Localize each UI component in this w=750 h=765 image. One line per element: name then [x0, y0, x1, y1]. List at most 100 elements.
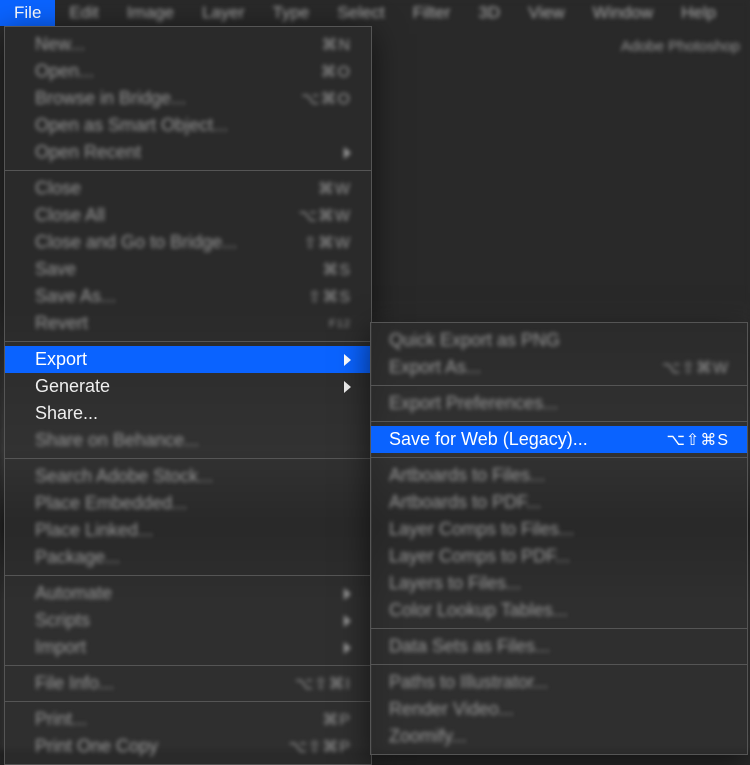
menu-open-smart[interactable]: Open as Smart Object...: [5, 112, 371, 139]
menubar-select[interactable]: Select: [323, 0, 398, 26]
menu-label: Artboards to PDF...: [389, 492, 541, 513]
menu-separator: [5, 701, 371, 702]
menu-package[interactable]: Package...: [5, 544, 371, 571]
menu-label: Share on Behance...: [35, 430, 199, 451]
menu-print[interactable]: Print... ⌘P: [5, 706, 371, 733]
submenu-layers-files[interactable]: Layers to Files...: [371, 570, 747, 597]
menu-scripts[interactable]: Scripts: [5, 607, 371, 634]
menu-share[interactable]: Share...: [5, 400, 371, 427]
menu-label: Package...: [35, 547, 120, 568]
submenu-artboards-pdf[interactable]: Artboards to PDF...: [371, 489, 747, 516]
menu-label: Share...: [35, 403, 98, 424]
menu-shortcut: ⌥⇧⌘I: [295, 674, 351, 694]
menu-label: Export: [35, 349, 87, 370]
menu-label: Close: [35, 178, 81, 199]
submenu-color-lookup[interactable]: Color Lookup Tables...: [371, 597, 747, 624]
menu-label: Save: [35, 259, 76, 280]
submenu-export-prefs[interactable]: Export Preferences...: [371, 390, 747, 417]
menubar-help[interactable]: Help: [667, 0, 730, 26]
menu-close[interactable]: Close ⌘W: [5, 175, 371, 202]
submenu-save-for-web[interactable]: Save for Web (Legacy)... ⌥⇧⌘S: [371, 426, 747, 453]
menu-open[interactable]: Open... ⌘O: [5, 58, 371, 85]
menu-separator: [5, 575, 371, 576]
menubar-window[interactable]: Window: [579, 0, 667, 26]
menu-label: Export As...: [389, 357, 481, 378]
menu-label: Layers to Files...: [389, 573, 521, 594]
menu-label: Data Sets as Files...: [389, 636, 550, 657]
menu-shortcut: ⌥⌘W: [298, 206, 351, 226]
menu-automate[interactable]: Automate: [5, 580, 371, 607]
menu-label: Paths to Illustrator...: [389, 672, 548, 693]
menu-search-stock[interactable]: Search Adobe Stock...: [5, 463, 371, 490]
submenu-render-video[interactable]: Render Video...: [371, 696, 747, 723]
submenu-quick-export[interactable]: Quick Export as PNG: [371, 327, 747, 354]
menu-shortcut: ⌥⌘O: [301, 89, 351, 109]
menu-save[interactable]: Save ⌘S: [5, 256, 371, 283]
menubar-file[interactable]: File: [0, 0, 55, 26]
menu-separator: [371, 664, 747, 665]
submenu-artboards-files[interactable]: Artboards to Files...: [371, 462, 747, 489]
submenu-paths-illustrator[interactable]: Paths to Illustrator...: [371, 669, 747, 696]
menu-label: Layer Comps to Files...: [389, 519, 574, 540]
menubar-3d[interactable]: 3D: [464, 0, 514, 26]
menu-separator: [5, 665, 371, 666]
menu-import[interactable]: Import: [5, 634, 371, 661]
chevron-right-icon: [344, 381, 351, 393]
chevron-right-icon: [344, 588, 351, 600]
menu-save-as[interactable]: Save As... ⇧⌘S: [5, 283, 371, 310]
menu-separator: [5, 341, 371, 342]
menu-place-linked[interactable]: Place Linked...: [5, 517, 371, 544]
menu-close-bridge[interactable]: Close and Go to Bridge... ⇧⌘W: [5, 229, 371, 256]
menu-shortcut: ⇧⌘S: [308, 287, 351, 307]
menu-label: Zoomify...: [389, 726, 467, 747]
menubar-type[interactable]: Type: [258, 0, 323, 26]
chevron-right-icon: [344, 615, 351, 627]
menu-label: Layer Comps to PDF...: [389, 546, 570, 567]
menu-shortcut: ⌘N: [321, 35, 351, 55]
menu-label: Import: [35, 637, 86, 658]
app-name: Adobe Photoshop: [621, 38, 740, 55]
submenu-zoomify[interactable]: Zoomify...: [371, 723, 747, 750]
menu-label: Open Recent: [35, 142, 141, 163]
menu-label: Print One Copy: [35, 736, 158, 757]
menu-place-embedded[interactable]: Place Embedded...: [5, 490, 371, 517]
menu-shortcut: ⌘S: [322, 260, 351, 280]
menu-print-one[interactable]: Print One Copy ⌥⇧⌘P: [5, 733, 371, 760]
chevron-right-icon: [344, 354, 351, 366]
menu-close-all[interactable]: Close All ⌥⌘W: [5, 202, 371, 229]
submenu-data-sets[interactable]: Data Sets as Files...: [371, 633, 747, 660]
menu-label: Save As...: [35, 286, 116, 307]
menu-label: Automate: [35, 583, 112, 604]
submenu-export-as[interactable]: Export As... ⌥⇧⌘W: [371, 354, 747, 381]
menu-new[interactable]: New... ⌘N: [5, 31, 371, 58]
menu-label: Close All: [35, 205, 105, 226]
menubar: File Edit Image Layer Type Select Filter…: [0, 0, 750, 26]
menu-label: Open as Smart Object...: [35, 115, 228, 136]
submenu-layer-comps-files[interactable]: Layer Comps to Files...: [371, 516, 747, 543]
menu-label: Render Video...: [389, 699, 514, 720]
submenu-layer-comps-pdf[interactable]: Layer Comps to PDF...: [371, 543, 747, 570]
menubar-image[interactable]: Image: [113, 0, 188, 26]
menu-share-behance[interactable]: Share on Behance...: [5, 427, 371, 454]
menubar-view[interactable]: View: [514, 0, 579, 26]
menu-file-info[interactable]: File Info... ⌥⇧⌘I: [5, 670, 371, 697]
menu-shortcut: ⌥⇧⌘W: [662, 358, 729, 378]
menu-browse-bridge[interactable]: Browse in Bridge... ⌥⌘O: [5, 85, 371, 112]
menu-open-recent[interactable]: Open Recent: [5, 139, 371, 166]
menu-revert[interactable]: Revert F12: [5, 310, 371, 337]
menu-shortcut: F12: [329, 318, 351, 330]
menubar-filter[interactable]: Filter: [399, 0, 465, 26]
export-submenu: Quick Export as PNG Export As... ⌥⇧⌘W Ex…: [370, 322, 748, 755]
menu-label: Open...: [35, 61, 94, 82]
menubar-layer[interactable]: Layer: [188, 0, 259, 26]
menu-label: Export Preferences...: [389, 393, 558, 414]
menubar-edit[interactable]: Edit: [55, 0, 112, 26]
menu-label: Browse in Bridge...: [35, 88, 186, 109]
menu-generate[interactable]: Generate: [5, 373, 371, 400]
menu-shortcut: ⌘P: [322, 710, 351, 730]
menu-shortcut: ⇧⌘W: [303, 233, 351, 253]
menu-export[interactable]: Export: [5, 346, 371, 373]
menu-label: Generate: [35, 376, 110, 397]
menu-separator: [5, 458, 371, 459]
menu-label: Place Embedded...: [35, 493, 187, 514]
